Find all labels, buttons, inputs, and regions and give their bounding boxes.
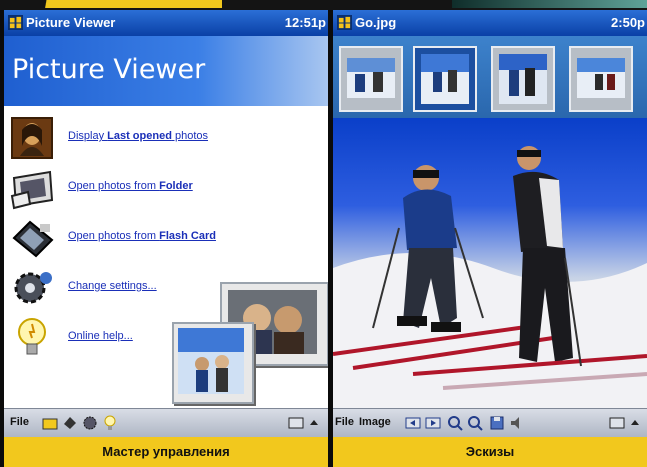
thumbnail[interactable] — [491, 46, 555, 112]
top-decoration-teal — [452, 0, 647, 8]
file-menu[interactable]: File — [10, 416, 29, 428]
command-bar: File — [4, 408, 328, 437]
flash-card-toolbar-icon[interactable] — [62, 415, 78, 431]
menu-label[interactable]: Open photos from Flash Card — [68, 230, 216, 242]
thumbnail[interactable] — [339, 46, 403, 112]
folder-photos-icon — [10, 170, 54, 210]
keyboard-icon[interactable] — [288, 415, 304, 431]
mona-lisa-icon — [11, 117, 53, 159]
thumbnail-selected[interactable] — [413, 46, 477, 112]
photo-stack-front — [172, 322, 254, 404]
windows-start-icon[interactable] — [337, 15, 352, 30]
title-bar: Go.jpg 2:50p — [333, 10, 647, 36]
thumbnail[interactable] — [569, 46, 633, 112]
menu-label[interactable]: Display Last opened photos — [68, 130, 208, 142]
clock[interactable]: 2:50p — [611, 10, 645, 36]
top-decoration-left — [20, 0, 84, 8]
zoom-out-icon[interactable] — [467, 415, 483, 431]
zoom-in-icon[interactable] — [447, 415, 463, 431]
banner: Picture Viewer — [4, 36, 328, 106]
keyboard-icon[interactable] — [609, 415, 625, 431]
folders-icon[interactable] — [42, 415, 58, 431]
arrow-up-icon[interactable] — [629, 415, 641, 431]
right-screen: Go.jpg 2:50p File Image — [333, 10, 647, 437]
flash-card-icon — [12, 220, 54, 258]
left-screen: Picture Viewer 12:51p Picture Viewer Dis… — [4, 10, 328, 437]
app-title: Picture Viewer — [26, 15, 116, 30]
thumbnail-strip — [333, 36, 647, 118]
help-toolbar-icon[interactable] — [102, 415, 118, 431]
banner-title: Picture Viewer — [12, 54, 206, 85]
menu-item-last-opened[interactable]: Display Last opened photos — [10, 116, 320, 160]
caption-right: Эскизы — [333, 437, 647, 467]
previous-icon[interactable] — [405, 415, 421, 431]
windows-start-icon[interactable] — [8, 15, 23, 30]
save-icon[interactable] — [489, 415, 505, 431]
sound-icon[interactable] — [509, 415, 525, 431]
arrow-up-icon[interactable] — [308, 415, 320, 431]
menu-label[interactable]: Online help... — [68, 330, 133, 342]
file-menu[interactable]: File — [335, 416, 354, 428]
top-decoration-yellow — [84, 0, 222, 8]
file-title: Go.jpg — [355, 15, 397, 30]
gear-settings-icon — [14, 272, 52, 304]
lightbulb-icon — [18, 318, 46, 355]
caption-left: Мастер управления — [4, 437, 328, 467]
title-bar: Picture Viewer 12:51p — [4, 10, 328, 36]
main-photo[interactable] — [333, 118, 647, 409]
clock[interactable]: 12:51p — [285, 10, 326, 36]
settings-toolbar-icon[interactable] — [82, 415, 98, 431]
menu-item-open-flash-card[interactable]: Open photos from Flash Card — [10, 216, 320, 260]
menu-item-open-folder[interactable]: Open photos from Folder — [10, 166, 320, 210]
menu-label[interactable]: Change settings... — [68, 280, 157, 292]
next-icon[interactable] — [425, 415, 441, 431]
command-bar: File Image — [333, 408, 647, 437]
image-menu[interactable]: Image — [359, 416, 391, 428]
menu-label[interactable]: Open photos from Folder — [68, 180, 193, 192]
